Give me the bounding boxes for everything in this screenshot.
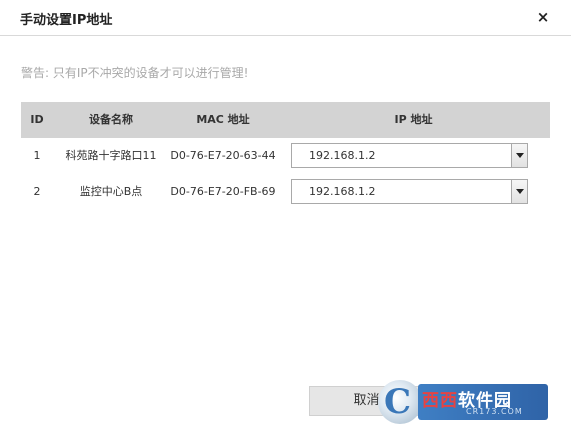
- row-device-name: 监控中心B点: [79, 185, 143, 198]
- ip-select-value: 192.168.1.2: [309, 149, 376, 162]
- dialog-titlebar: 手动设置IP地址 ×: [0, 0, 571, 36]
- table-header: ID 设备名称 MAC 地址 IP 地址: [21, 102, 550, 138]
- watermark-banner: 西西软件园 CR173.COM: [418, 384, 548, 420]
- watermark-domain: CR173.COM: [466, 407, 523, 416]
- table-row: 1 科苑路十字路口11 D0-76-E7-20-63-44 192.168.1.…: [21, 138, 550, 174]
- row-mac: D0-76-E7-20-FB-69: [170, 185, 276, 198]
- device-table: ID 设备名称 MAC 地址 IP 地址 1 科苑路十字路口11 D0-76-E…: [21, 102, 550, 210]
- header-device-name: 设备名称: [89, 113, 133, 126]
- ip-select-value: 192.168.1.2: [309, 185, 376, 198]
- row-mac: D0-76-E7-20-63-44: [170, 149, 276, 162]
- dialog-title: 手动设置IP地址: [20, 13, 113, 28]
- ip-select[interactable]: 192.168.1.2: [291, 179, 528, 204]
- watermark-logo: C 西西软件园 CR173.COM: [378, 380, 556, 424]
- row-id: 1: [33, 149, 41, 162]
- ip-select[interactable]: 192.168.1.2: [291, 143, 528, 168]
- row-id: 2: [33, 185, 41, 198]
- header-mac: MAC 地址: [196, 113, 250, 126]
- chevron-down-icon: [516, 189, 524, 194]
- header-id: ID: [30, 113, 44, 126]
- watermark-brand-red: 西西: [422, 391, 458, 411]
- warning-message: 警告: 只有IP不冲突的设备才可以进行管理!: [21, 66, 249, 80]
- header-ip: IP 地址: [394, 113, 433, 126]
- chevron-down-icon: [516, 153, 524, 158]
- row-device-name: 科苑路十字路口11: [65, 149, 157, 162]
- close-icon[interactable]: ×: [534, 8, 552, 26]
- dropdown-button[interactable]: [511, 180, 527, 203]
- table-row: 2 监控中心B点 D0-76-E7-20-FB-69 192.168.1.2: [21, 174, 550, 210]
- watermark-letter: C: [384, 382, 412, 422]
- dropdown-button[interactable]: [511, 144, 527, 167]
